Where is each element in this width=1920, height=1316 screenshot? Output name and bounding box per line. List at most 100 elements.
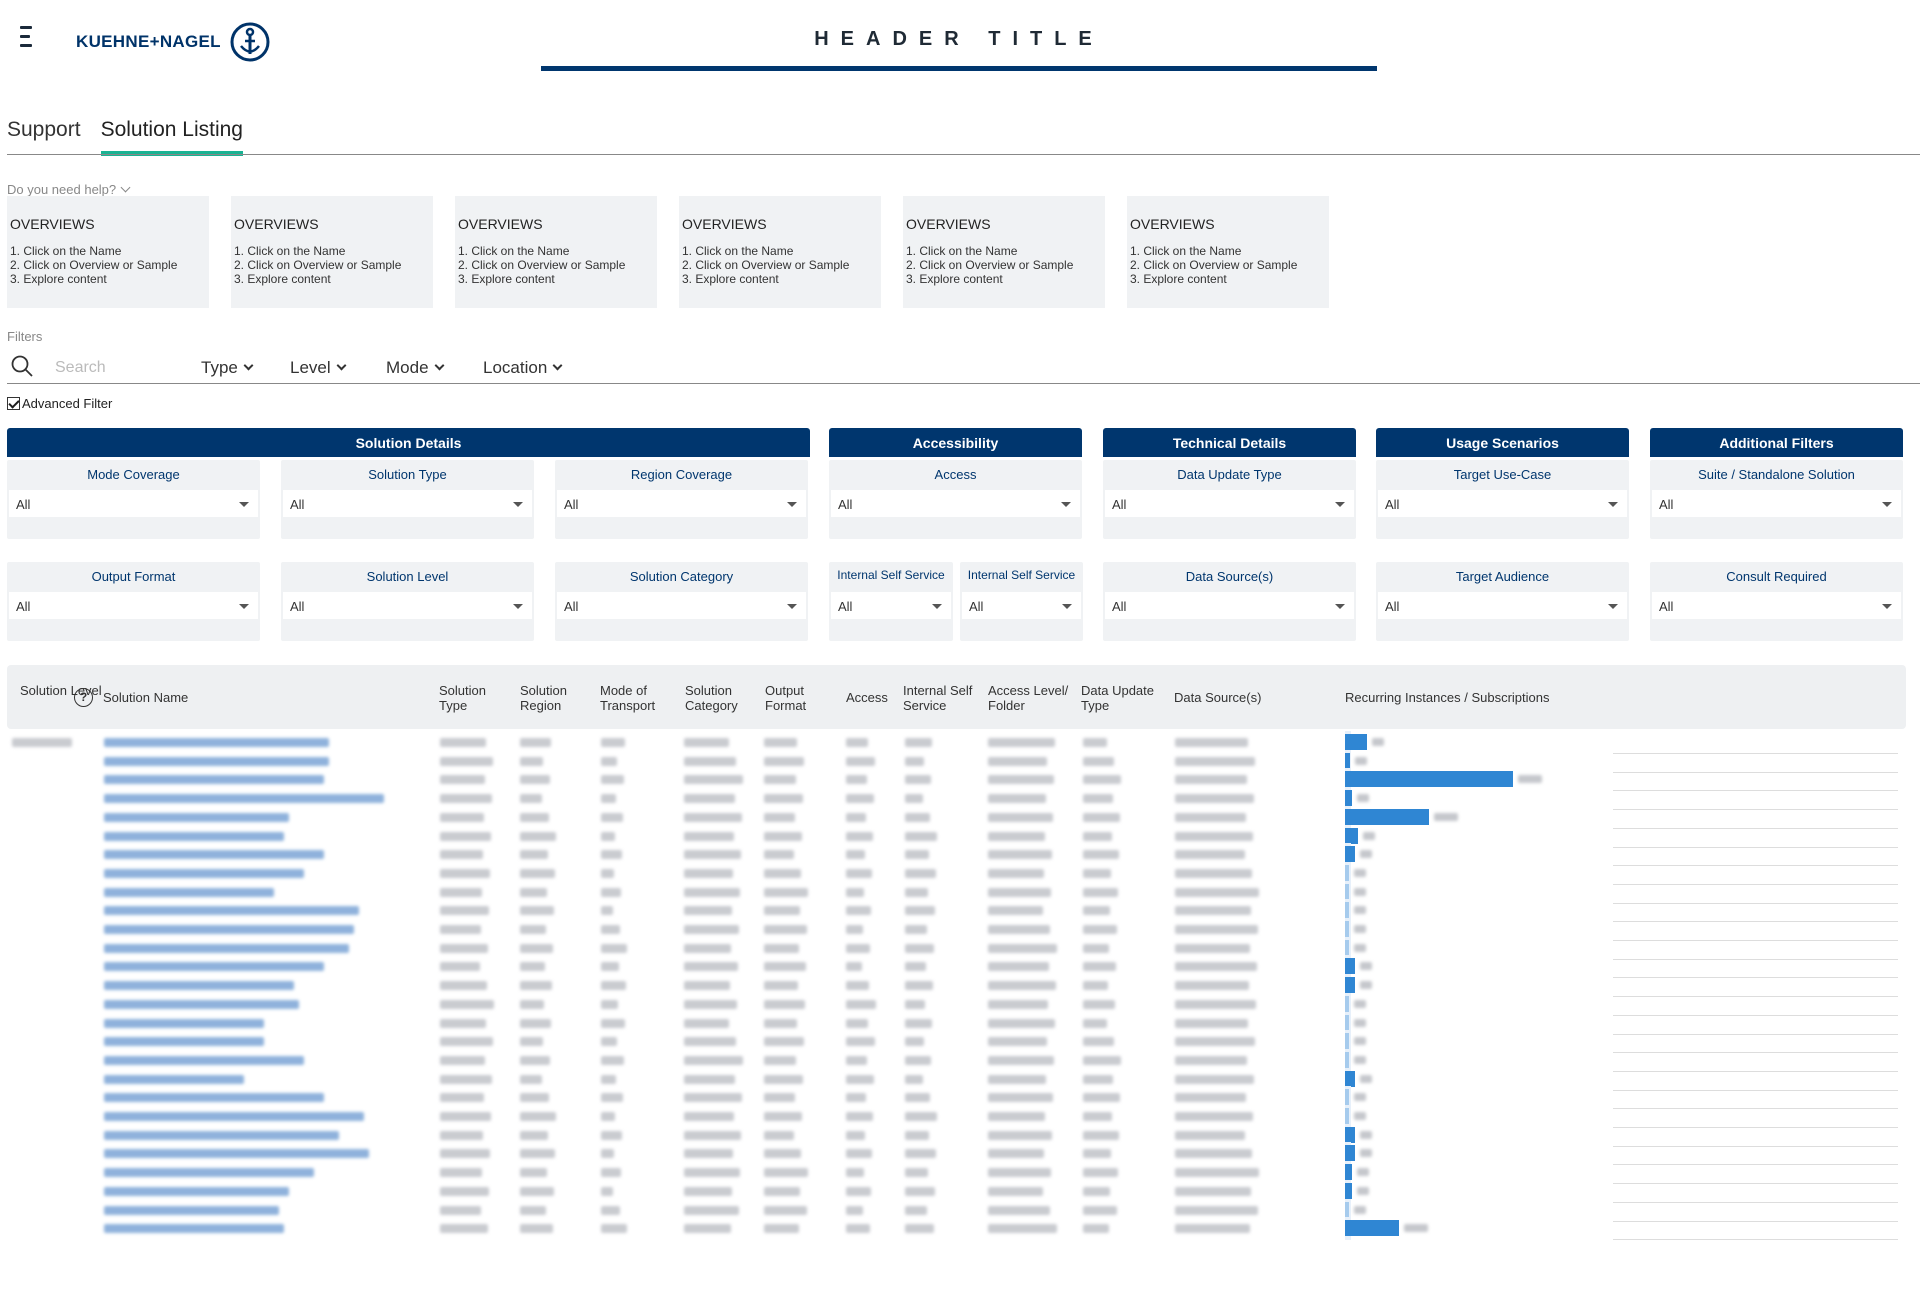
filter-region-coverage: Region Coverage All <box>555 460 808 539</box>
mode-dropdown[interactable]: Mode <box>386 358 444 378</box>
table-cell <box>520 1205 546 1215</box>
tabs-divider <box>7 154 1920 155</box>
solution-name-link[interactable] <box>104 1205 279 1215</box>
table-cell <box>988 794 1046 804</box>
solution-name-link[interactable] <box>104 775 324 785</box>
filter-select[interactable]: All <box>1105 490 1354 517</box>
solution-name-link[interactable] <box>104 756 329 766</box>
type-dropdown[interactable]: Type <box>201 358 254 378</box>
table-cell <box>684 1055 743 1065</box>
column-header-solution-type[interactable]: Solution Type <box>439 683 499 713</box>
filter-label: Solution Category <box>629 569 734 584</box>
table-cell <box>846 962 862 972</box>
solution-name-link[interactable] <box>104 1130 339 1140</box>
overview-card: OVERVIEWS 1. Click on the Name 2. Click on… <box>679 196 881 308</box>
filter-select[interactable]: All <box>9 490 258 517</box>
table-cell <box>601 756 617 766</box>
tab-solution-listing[interactable]: Solution Listing <box>100 118 243 156</box>
level-dropdown[interactable]: Level <box>290 358 347 378</box>
solution-name-link[interactable] <box>104 812 289 822</box>
filter-select[interactable]: All <box>283 592 532 619</box>
column-header-mode-of-transport[interactable]: Mode of Transport <box>600 683 670 713</box>
solution-name-link[interactable] <box>104 943 349 953</box>
filter-target-use-case: Target Use-Case All <box>1376 460 1629 539</box>
column-header-access-level-folder[interactable]: Access Level/ Folder <box>988 683 1078 713</box>
column-header-internal-self-service[interactable]: Internal Self Service <box>903 683 983 713</box>
table-row[interactable] <box>0 1217 1920 1241</box>
column-header-output-format[interactable]: Output Format <box>765 683 825 713</box>
solution-name-link[interactable] <box>104 794 384 804</box>
solution-name-link[interactable] <box>104 1149 369 1159</box>
recurring-instances-value <box>1354 943 1366 952</box>
column-header-access[interactable]: Access <box>846 690 888 705</box>
solution-name-link[interactable] <box>104 1168 314 1178</box>
solution-name-link[interactable] <box>104 738 329 747</box>
solution-name-link[interactable] <box>104 1037 264 1047</box>
filter-select[interactable]: All <box>1105 592 1354 619</box>
filter-select[interactable]: All <box>1378 592 1627 619</box>
table-cell <box>905 981 933 991</box>
solution-name-link[interactable] <box>104 1186 289 1196</box>
table-cell <box>684 962 738 972</box>
tab-support[interactable]: Support <box>7 118 81 156</box>
search-input[interactable] <box>55 356 185 380</box>
solution-name-link[interactable] <box>104 887 274 897</box>
recurring-instances-bar <box>1345 846 1355 863</box>
search-icon[interactable] <box>10 354 34 378</box>
table-cell <box>440 1130 483 1140</box>
overview-card-step: 1. Click on the Name <box>234 244 346 258</box>
solution-name-link[interactable] <box>104 962 324 972</box>
solution-name-link[interactable] <box>104 868 304 878</box>
solution-name-link[interactable] <box>104 1093 324 1103</box>
column-header-data-update-type[interactable]: Data Update Type <box>1081 683 1171 713</box>
recurring-instances-bar <box>1345 771 1513 788</box>
filter-select[interactable]: All <box>831 592 951 619</box>
filter-select[interactable]: All <box>283 490 532 517</box>
advanced-filter-checkbox[interactable] <box>7 397 20 410</box>
column-header-solution-region[interactable]: Solution Region <box>520 683 580 713</box>
advanced-filter-toggle[interactable]: Advanced Filter <box>7 396 112 411</box>
solution-name-link[interactable] <box>104 1224 284 1234</box>
help-icon[interactable]: ? <box>74 688 93 707</box>
filter-select[interactable]: All <box>1652 490 1901 517</box>
recurring-instances-value <box>1354 887 1366 896</box>
filter-data-update-type: Data Update Type All <box>1103 460 1356 539</box>
filter-select[interactable]: All <box>1652 592 1901 619</box>
location-dropdown[interactable]: Location <box>483 358 563 378</box>
solution-name-link[interactable] <box>104 1055 304 1065</box>
solution-name-link[interactable] <box>104 999 299 1009</box>
hamburger-menu-icon[interactable] <box>20 26 34 48</box>
column-header-solution-category[interactable]: Solution Category <box>685 683 755 713</box>
solution-name-link[interactable] <box>104 850 324 860</box>
table-cell <box>440 1093 484 1103</box>
table-cell <box>601 999 618 1009</box>
solution-name-link[interactable] <box>104 1074 244 1084</box>
chevron-down-icon <box>120 182 131 193</box>
solution-name-link[interactable] <box>104 1018 264 1028</box>
filter-select[interactable]: All <box>962 592 1081 619</box>
filter-select[interactable]: All <box>9 592 258 619</box>
table-cell <box>988 850 1052 860</box>
column-header-solution-name[interactable]: Solution Name <box>103 690 188 705</box>
table-cell <box>905 1205 927 1215</box>
table-cell <box>1083 1168 1118 1178</box>
filter-select[interactable]: All <box>557 490 806 517</box>
column-header-data-sources[interactable]: Data Source(s) <box>1174 690 1261 705</box>
table-cell <box>684 1168 740 1178</box>
filter-select[interactable]: All <box>557 592 806 619</box>
filters-label: Filters <box>7 329 43 344</box>
solution-name-link[interactable] <box>104 925 354 934</box>
filter-label: Internal Self Service <box>837 568 945 582</box>
filter-select[interactable]: All <box>1378 490 1627 517</box>
table-cell <box>601 1093 623 1103</box>
column-header-recurring-instances[interactable]: Recurring Instances / Subscriptions <box>1345 690 1549 705</box>
filter-select[interactable]: All <box>831 490 1080 517</box>
help-toggle[interactable]: Do you need help? <box>7 182 131 197</box>
solution-name-link[interactable] <box>104 906 359 916</box>
solution-name-link[interactable] <box>104 831 284 841</box>
table-cell <box>684 1074 735 1084</box>
filter-select-value: All <box>1112 497 1127 512</box>
solution-name-link[interactable] <box>104 1112 364 1121</box>
table-cell <box>520 1149 555 1159</box>
solution-name-link[interactable] <box>104 981 294 991</box>
